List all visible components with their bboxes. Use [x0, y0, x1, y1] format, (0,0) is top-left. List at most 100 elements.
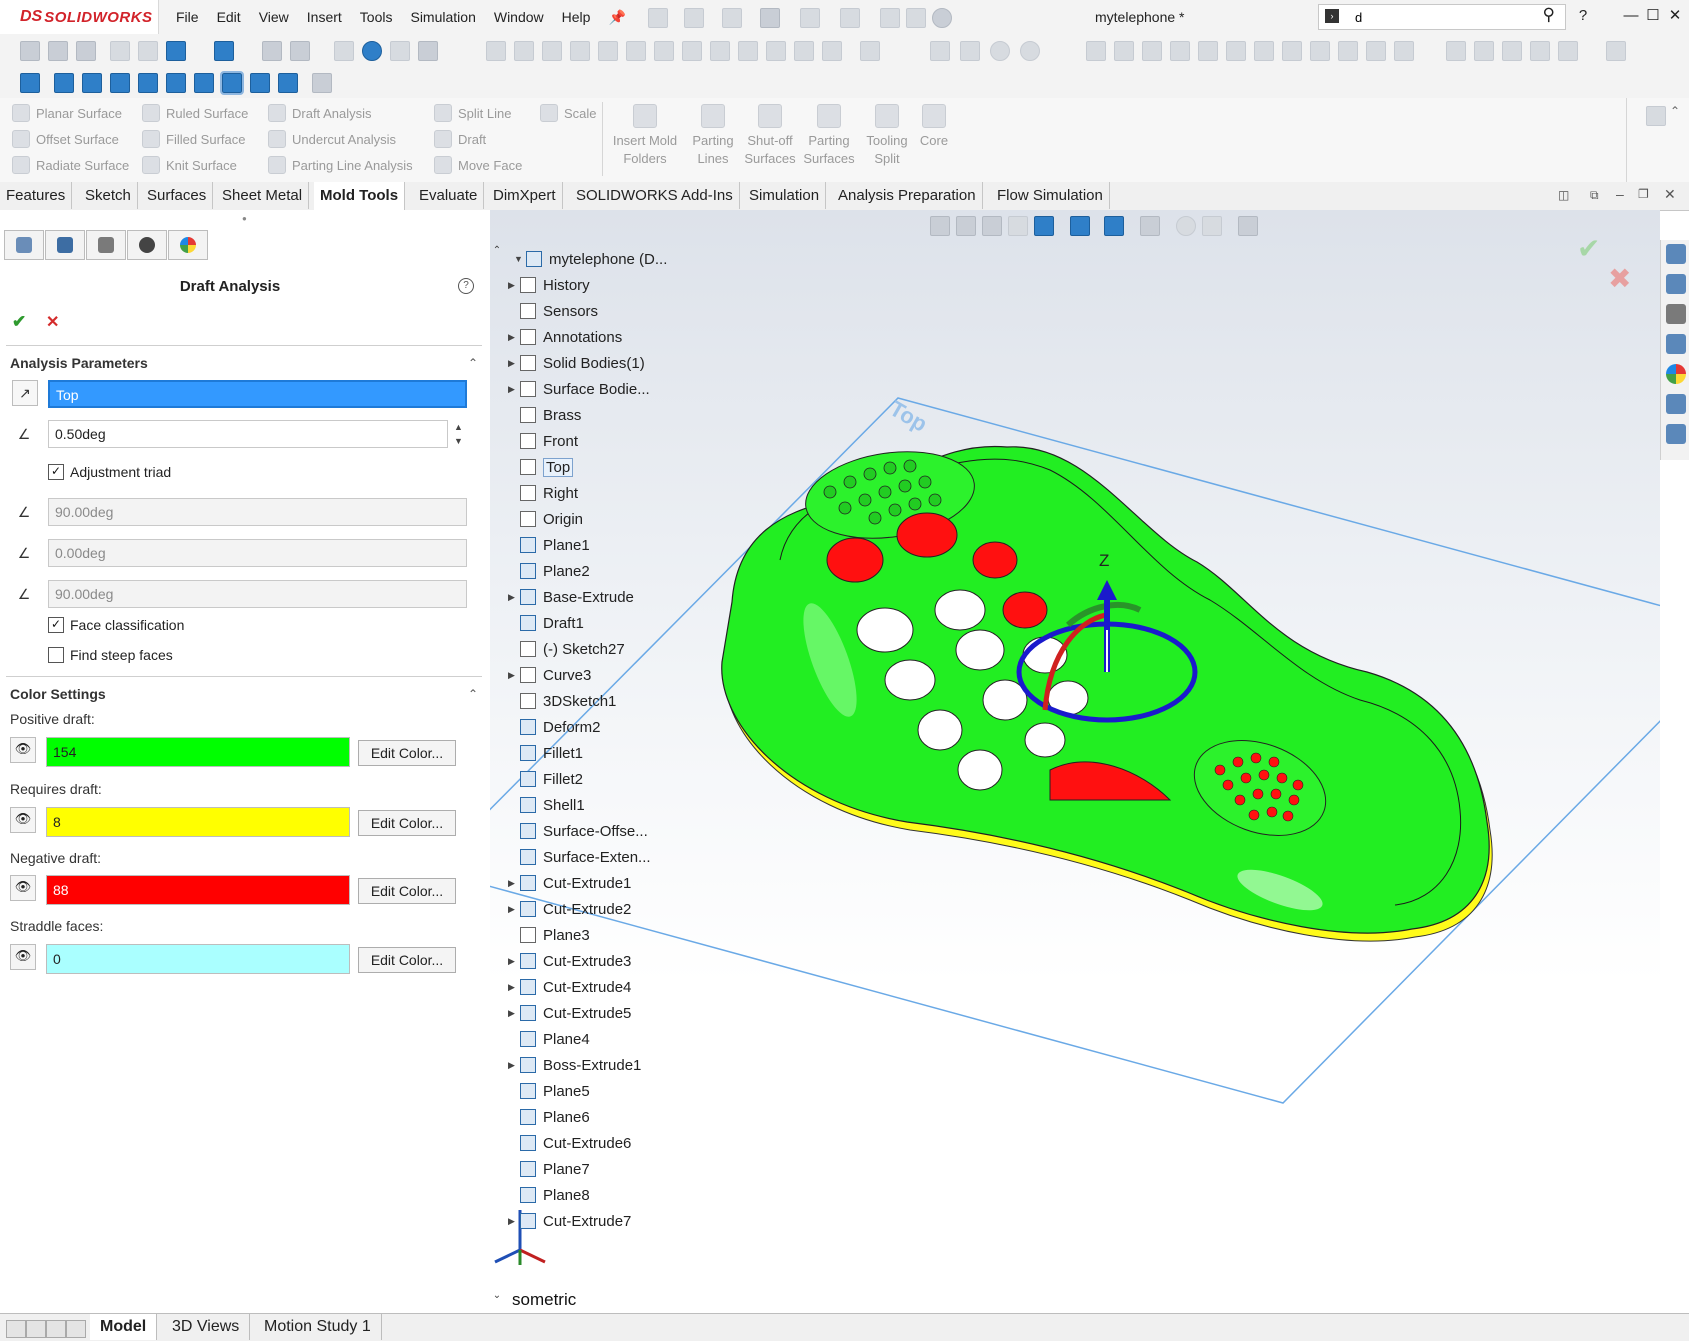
mold-tool-2-icon[interactable]	[1114, 41, 1134, 61]
command-manager-options-icon[interactable]	[1646, 106, 1666, 126]
edit-color-button[interactable]: Edit Color...	[358, 947, 456, 973]
panel-grip-icon[interactable]: ●	[242, 214, 247, 223]
home-icon[interactable]	[1666, 244, 1686, 264]
brush-icon[interactable]	[312, 73, 332, 93]
dynamic-annotation-icon[interactable]	[138, 41, 158, 61]
select-icon[interactable]	[840, 8, 860, 28]
menu-file[interactable]: File	[176, 9, 199, 25]
doc-minimize-icon[interactable]: –	[1616, 186, 1624, 202]
next-tab-icon[interactable]	[46, 1320, 66, 1338]
tab-mold-tools[interactable]: Mold Tools	[314, 182, 406, 210]
tab-simulation[interactable]: Simulation	[743, 182, 827, 209]
mold-tool-13-icon[interactable]	[1446, 41, 1466, 61]
tree-item-plane5[interactable]: Plane5	[508, 1078, 590, 1104]
design-checker-icon[interactable]	[960, 41, 980, 61]
configuration-manager-tab[interactable]	[86, 230, 126, 260]
curvature-icon[interactable]	[766, 41, 786, 61]
tree-item-cut-extrude1[interactable]: ▶ Cut-Extrude1	[508, 870, 631, 896]
mold-tool-10-icon[interactable]	[1338, 41, 1358, 61]
sensor-icon[interactable]	[598, 41, 618, 61]
tree-item-surface-offse[interactable]: Surface-Offse...	[508, 818, 648, 844]
tree-scroll-down-icon[interactable]: ⌄	[490, 1290, 507, 1301]
split-line-button[interactable]: Split Line	[434, 104, 511, 122]
edit-color-button[interactable]: Edit Color...	[358, 810, 456, 836]
checker-check-icon[interactable]	[990, 41, 1010, 61]
apply-scene-icon[interactable]	[334, 41, 354, 61]
tab-evaluate[interactable]: Evaluate	[413, 182, 485, 209]
dimxpert-manager-tab[interactable]	[127, 230, 167, 260]
tree-item-history[interactable]: ▶ History	[508, 272, 590, 298]
undercut-analysis-button[interactable]: Undercut Analysis	[268, 130, 396, 148]
mold-tool-6-icon[interactable]	[1226, 41, 1246, 61]
pin-icon[interactable]: 📌	[608, 9, 625, 26]
mold-tool-4-icon[interactable]	[1170, 41, 1190, 61]
tree-item-top[interactable]: Top	[508, 454, 574, 480]
expand-arrow-icon[interactable]: ▶	[508, 670, 520, 681]
mold-tool-5-icon[interactable]	[1198, 41, 1218, 61]
mold-tool-16-icon[interactable]	[1530, 41, 1550, 61]
view-orientation-icon[interactable]	[1070, 216, 1090, 236]
planar-surface-button[interactable]: Planar Surface	[12, 104, 122, 122]
previous-view-icon[interactable]	[76, 41, 96, 61]
zebra-stripes-icon[interactable]	[738, 41, 758, 61]
menu-tools[interactable]: Tools	[360, 9, 393, 25]
minimize-icon[interactable]: —	[1620, 5, 1642, 27]
tree-item-plane1[interactable]: Plane1	[508, 532, 590, 558]
edit-color-button[interactable]: Edit Color...	[358, 878, 456, 904]
section-view-icon[interactable]	[110, 41, 130, 61]
tree-item-surface-bodie[interactable]: ▶ Surface Bodie...	[508, 376, 650, 402]
mass-properties-icon[interactable]	[542, 41, 562, 61]
front-view-icon[interactable]	[54, 73, 74, 93]
maximize-icon[interactable]: ☐	[1642, 5, 1664, 27]
measure-icon[interactable]	[514, 41, 534, 61]
expand-arrow-icon[interactable]: ▶	[508, 878, 520, 889]
tree-item-cut-extrude6[interactable]: Cut-Extrude6	[508, 1130, 631, 1156]
menu-view[interactable]: View	[259, 9, 289, 25]
display-manager-tab[interactable]	[168, 230, 208, 260]
scale-button[interactable]: Scale	[540, 104, 597, 122]
isometric-view-icon[interactable]	[220, 71, 244, 95]
checker-close-icon[interactable]	[1020, 41, 1040, 61]
normal-to-icon[interactable]	[20, 73, 40, 93]
mold-tool-8-icon[interactable]	[1282, 41, 1302, 61]
tree-item-draft1[interactable]: Draft1	[508, 610, 584, 636]
tree-item-cut-extrude3[interactable]: ▶ Cut-Extrude3	[508, 948, 631, 974]
tree-item-front[interactable]: Front	[508, 428, 578, 454]
display-style-icon[interactable]	[214, 41, 234, 61]
tree-item-fillet2[interactable]: Fillet2	[508, 766, 583, 792]
tree-item-annotations[interactable]: ▶ Annotations	[508, 324, 622, 350]
tree-item-fillet1[interactable]: Fillet1	[508, 740, 583, 766]
tree-item-cut-extrude5[interactable]: ▶ Cut-Extrude5	[508, 1000, 631, 1026]
ok-button[interactable]: ✔	[12, 312, 26, 332]
doc-restore-icon[interactable]: ❐	[1638, 187, 1649, 201]
menu-simulation[interactable]: Simulation	[410, 9, 475, 25]
eye-icon[interactable]: 👁	[10, 737, 36, 763]
gear-icon[interactable]	[932, 8, 952, 28]
tab-solidworks-add-ins[interactable]: SOLIDWORKS Add-Ins	[570, 182, 740, 209]
tab-sheet-metal[interactable]: Sheet Metal	[216, 182, 310, 209]
solidworks-logo[interactable]: DS SOLIDWORKS	[0, 0, 159, 34]
tab-3d-views[interactable]: 3D Views	[162, 1314, 251, 1340]
property-manager-tab[interactable]	[45, 230, 85, 260]
help-icon[interactable]: ?	[1572, 5, 1594, 27]
mold-tool-9-icon[interactable]	[1310, 41, 1330, 61]
prev-tab-icon[interactable]	[26, 1320, 46, 1338]
tile-icon[interactable]: ⧉	[1590, 188, 1599, 203]
tree-item-brass[interactable]: Brass	[508, 402, 581, 428]
tree-item-sensors[interactable]: Sensors	[508, 298, 598, 324]
tree-item-plane8[interactable]: Plane8	[508, 1182, 590, 1208]
cancel-button[interactable]: ✕	[46, 312, 59, 332]
save-icon[interactable]	[722, 8, 742, 28]
color-settings-header[interactable]: Color Settings	[10, 686, 106, 702]
draft-angle-spinner[interactable]: ▲ ▼	[454, 420, 463, 448]
section-view-icon[interactable]	[1008, 216, 1028, 236]
doc-close-icon[interactable]: ✕	[1664, 186, 1676, 203]
tree-item-curve3[interactable]: ▶ Curve3	[508, 662, 591, 688]
expand-arrow-icon[interactable]: ▶	[508, 1060, 520, 1071]
analysis-parameters-header[interactable]: Analysis Parameters	[10, 355, 148, 371]
geometry-analysis-icon[interactable]	[654, 41, 674, 61]
tree-item-right[interactable]: Right	[508, 480, 578, 506]
panel-collapse-icon[interactable]: ◫	[1558, 188, 1569, 202]
tree-item-cut-extrude2[interactable]: ▶ Cut-Extrude2	[508, 896, 631, 922]
command-search-icon[interactable]: ›	[1325, 9, 1339, 23]
